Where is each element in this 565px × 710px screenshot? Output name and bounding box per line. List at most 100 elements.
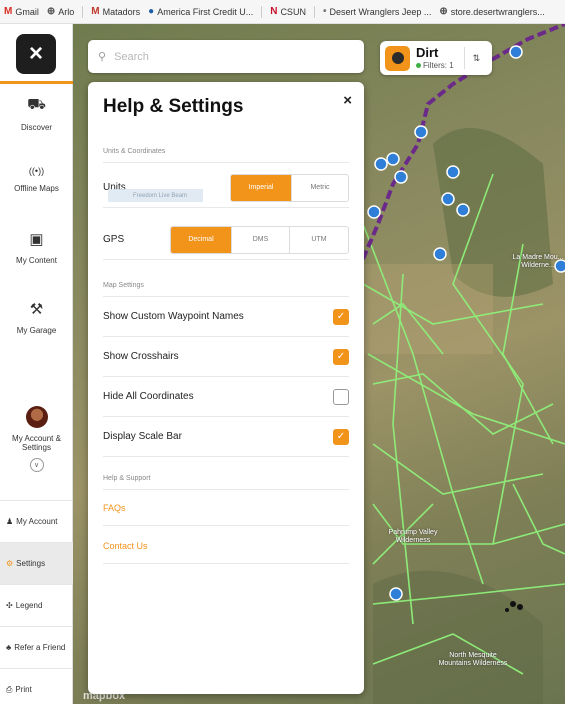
bookmark-icon: N bbox=[270, 6, 278, 17]
legend-icon: ✣ bbox=[6, 601, 13, 610]
sort-icon[interactable]: ⇅ bbox=[473, 53, 481, 64]
gps-toggle: Decimal DMS UTM bbox=[170, 225, 349, 254]
toggle-row[interactable]: Show Custom Waypoint Names ✓ bbox=[103, 297, 349, 337]
bookmark-icon: ● bbox=[148, 6, 155, 17]
bookmark-icon: • bbox=[322, 6, 327, 17]
units-metric-option[interactable]: Metric bbox=[291, 174, 348, 201]
units-imperial-option[interactable]: Imperial bbox=[231, 174, 291, 201]
person-icon: ♟ bbox=[6, 517, 14, 526]
section-label-help: Help & Support bbox=[103, 475, 151, 482]
close-icon: × bbox=[28, 40, 43, 67]
rail-accent-bar bbox=[0, 81, 73, 84]
help-settings-panel: Help & Settings × Units & Coordinates Un… bbox=[88, 82, 364, 694]
layer-title: Dirt bbox=[416, 45, 439, 61]
bookmark-label: CSUN bbox=[280, 6, 306, 17]
toggle-row[interactable]: Show Crosshairs ✓ bbox=[103, 337, 349, 377]
bookmark-separator bbox=[82, 5, 84, 18]
nav-offline-maps[interactable]: ((•)) Offline Maps bbox=[0, 166, 73, 193]
bookmark-icon: M bbox=[91, 6, 100, 17]
toggle-label: Hide All Coordinates bbox=[103, 391, 194, 402]
gps-row: GPS Decimal DMS UTM bbox=[103, 220, 349, 260]
toggle-label: Show Custom Waypoint Names bbox=[103, 311, 244, 322]
bookmark-item[interactable]: N CSUN bbox=[270, 6, 306, 17]
hide-coordinates-checkbox[interactable] bbox=[333, 388, 349, 405]
nav-my-garage[interactable]: ⚒ My Garage bbox=[0, 300, 73, 335]
menu-label: Refer a Friend bbox=[14, 643, 66, 652]
divider bbox=[103, 162, 349, 163]
map-label-la-madre: La Madre Mou... Wilderne... bbox=[512, 254, 564, 270]
bookmark-item[interactable]: ● America First Credit U... bbox=[148, 6, 253, 17]
bookmark-icon: M bbox=[4, 6, 13, 17]
bookmark-item[interactable]: • Desert Wranglers Jeep ... bbox=[323, 6, 431, 17]
dirt-layer-icon bbox=[385, 45, 410, 71]
scale-bar-checkbox[interactable]: ✓ bbox=[333, 428, 349, 445]
print-icon: ⎙ bbox=[6, 684, 13, 694]
close-menu-button[interactable]: × bbox=[16, 34, 56, 74]
units-toggle: Imperial Metric bbox=[230, 173, 349, 202]
nav-label: My Garage bbox=[16, 326, 57, 335]
binoculars-icon: ⛟ bbox=[27, 96, 46, 113]
divider bbox=[103, 563, 349, 564]
bookmark-item[interactable]: ⊕ Arlo bbox=[47, 6, 74, 17]
toggle-row[interactable]: Hide All Coordinates bbox=[103, 377, 349, 417]
search-bar[interactable]: ⚲ bbox=[88, 40, 364, 73]
panel-title: Help & Settings bbox=[103, 96, 244, 117]
nav-label: Offline Maps bbox=[14, 184, 59, 193]
avatar bbox=[25, 406, 48, 428]
bookmark-icon: ⊕ bbox=[439, 6, 448, 17]
bookmark-label: America First Credit U... bbox=[157, 6, 254, 17]
gear-icon: ⚙ bbox=[6, 559, 14, 568]
nav-label: My Content bbox=[16, 256, 57, 265]
nav-label: My Account & bbox=[12, 434, 61, 443]
menu-refer-a-friend[interactable]: ♣ Refer a Friend bbox=[0, 626, 73, 668]
bookmark-item[interactable]: M Matadors bbox=[91, 6, 140, 17]
filter-count: Filters: 1 bbox=[416, 61, 454, 70]
status-dot bbox=[416, 62, 421, 68]
toggle-row[interactable]: Display Scale Bar ✓ bbox=[103, 417, 349, 457]
nav-discover[interactable]: ⛟ Discover bbox=[0, 96, 73, 132]
section-label-map: Map Settings bbox=[103, 282, 144, 289]
divider bbox=[103, 489, 349, 490]
nav-label: Discover bbox=[20, 123, 53, 132]
units-row: Units Imperial Metric bbox=[103, 168, 349, 208]
bookmark-label: Gmail bbox=[15, 6, 39, 17]
chevron-down-icon[interactable]: ∨ bbox=[29, 458, 44, 472]
gps-utm-option[interactable]: UTM bbox=[289, 226, 348, 253]
close-icon[interactable]: × bbox=[343, 92, 352, 109]
map-label-pahrump: Pahrump Valley Wilderness bbox=[388, 529, 438, 545]
bookmark-item[interactable]: ⊕ store.desertwranglers... bbox=[439, 6, 544, 17]
toggle-label: Display Scale Bar bbox=[103, 431, 182, 442]
bookmark-item[interactable]: M Gmail bbox=[4, 6, 39, 17]
faqs-link[interactable]: FAQs bbox=[103, 503, 126, 513]
gps-decimal-option[interactable]: Decimal bbox=[171, 226, 231, 253]
tooltip: Freedom Live Beam bbox=[108, 189, 203, 202]
land-parcel bbox=[363, 264, 493, 354]
menu-label: Settings bbox=[16, 559, 46, 568]
bookmark-label: store.desertwranglers... bbox=[450, 6, 545, 17]
menu-settings[interactable]: ⚙ Settings bbox=[0, 542, 73, 584]
menu-label: Print bbox=[15, 685, 32, 694]
nav-label: Settings bbox=[22, 443, 51, 452]
signal-icon: ((•)) bbox=[28, 166, 45, 176]
menu-my-account[interactable]: ♟ My Account bbox=[0, 500, 73, 542]
filter-count-text: Filters: 1 bbox=[423, 60, 454, 70]
crosshairs-checkbox[interactable]: ✓ bbox=[333, 348, 349, 365]
gps-dms-option[interactable]: DMS bbox=[231, 226, 289, 253]
wrench-icon: ⚒ bbox=[29, 301, 44, 318]
search-input[interactable] bbox=[114, 50, 335, 63]
bookmarks-bar: M Gmail ⊕ Arlo M Matadors ● America First Credi… bbox=[0, 0, 565, 24]
waypoint-names-checkbox[interactable]: ✓ bbox=[333, 308, 349, 325]
nav-my-content[interactable]: ▣ My Content bbox=[0, 230, 73, 265]
map-layer-filter[interactable]: Dirt Filters: 1 ⇅ bbox=[380, 41, 492, 75]
gps-label: GPS bbox=[103, 234, 125, 245]
friends-icon: ♣ bbox=[6, 643, 12, 652]
bookmark-label: Arlo bbox=[58, 6, 75, 17]
nav-my-account-settings[interactable]: My Account & Settings ∨ bbox=[0, 406, 73, 472]
contact-us-link[interactable]: Contact Us bbox=[103, 541, 148, 551]
folder-icon: ▣ bbox=[29, 231, 44, 248]
left-rail: × ⛟ Discover ((•)) Offline Maps ▣ My Con… bbox=[0, 24, 73, 704]
menu-legend[interactable]: ✣ Legend bbox=[0, 584, 73, 626]
bookmark-separator bbox=[313, 5, 315, 18]
divider bbox=[463, 47, 465, 69]
map-label-north-mesquite: North Mesquite Mountains Wilderness bbox=[438, 652, 508, 668]
